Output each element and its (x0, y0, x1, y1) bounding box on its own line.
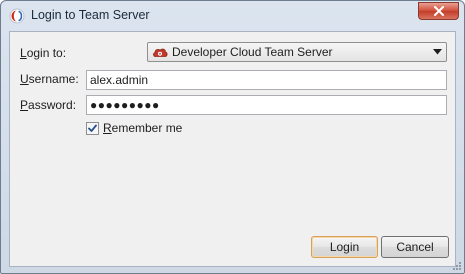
remember-me-checkbox[interactable] (86, 122, 99, 135)
remember-me-label[interactable]: Remember me (103, 121, 182, 135)
close-button[interactable] (418, 2, 459, 20)
close-icon (433, 6, 444, 16)
chevron-down-icon (433, 49, 442, 55)
jdeveloper-app-icon (9, 8, 25, 24)
username-label: Username: (20, 72, 79, 86)
window-title: Login to Team Server (31, 8, 150, 22)
resize-grip-icon[interactable] (451, 260, 461, 270)
team-server-dropdown[interactable]: Developer Cloud Team Server (147, 42, 447, 62)
cancel-button[interactable]: Cancel (381, 236, 449, 258)
password-field[interactable]: ●●●●●●●●● (86, 95, 447, 115)
dialog-content: Login to: Developer Cloud Team Server Us… (9, 31, 456, 267)
username-field[interactable]: alex.admin (86, 70, 447, 90)
title-bar[interactable]: Login to Team Server (1, 1, 464, 29)
login-to-label: Login to: (20, 46, 67, 60)
password-label: Password: (20, 98, 77, 112)
login-button[interactable]: Login (311, 236, 378, 258)
checkmark-icon (88, 124, 97, 132)
login-dialog-window: Login to Team Server Login to: Developer… (0, 0, 465, 274)
cloud-server-icon (152, 45, 168, 59)
selected-server: Developer Cloud Team Server (172, 45, 333, 59)
